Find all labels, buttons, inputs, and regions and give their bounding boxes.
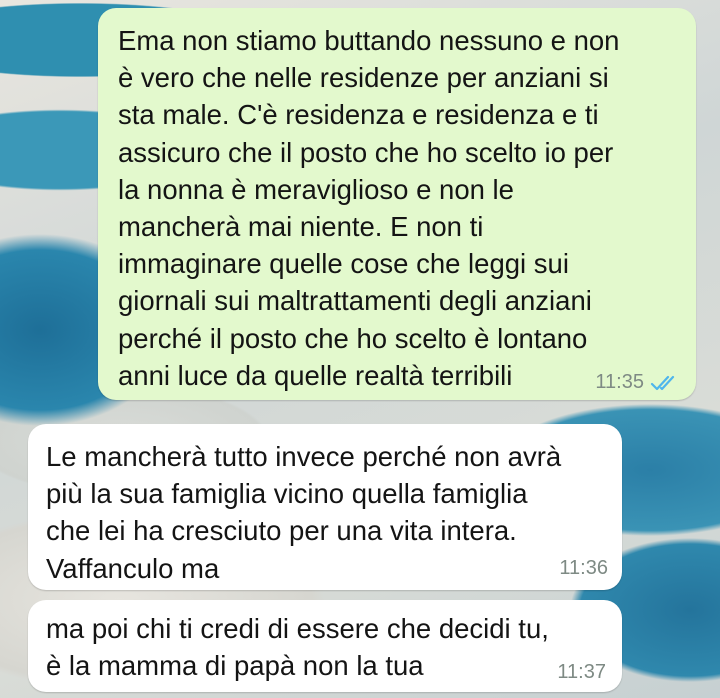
message-meta: 11:36 [559,557,608,580]
message-meta: 11:35 [595,371,680,394]
double-check-read-icon [650,374,680,392]
message-bubble-incoming[interactable]: ma poi chi ti credi di essere che decidi… [28,600,622,692]
message-bubble-outgoing[interactable]: Ema non stiamo buttando nessuno e non è … [98,8,696,400]
message-text: Ema non stiamo buttando nessuno e non è … [118,25,620,391]
message-time: 11:36 [559,557,608,579]
message-time: 11:35 [595,371,644,393]
message-meta: 11:37 [557,661,606,684]
message-text: Le mancherà tutto invece perché non avrà… [46,441,562,584]
message-time: 11:37 [557,661,606,683]
message-bubble-incoming[interactable]: Le mancherà tutto invece perché non avrà… [28,424,622,590]
message-text: ma poi chi ti credi di essere che decidi… [46,613,549,682]
